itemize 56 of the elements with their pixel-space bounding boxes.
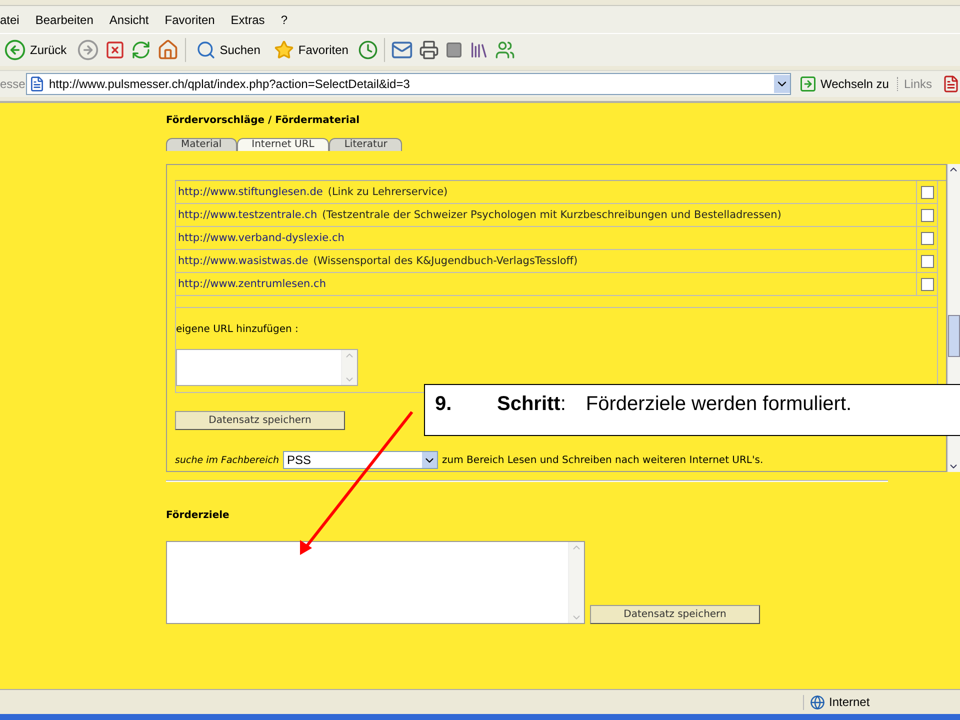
menu-item[interactable]: Bearbeiten	[27, 12, 102, 26]
scroll-thumb[interactable]	[948, 315, 960, 357]
menu-item[interactable]: Extras	[222, 12, 273, 26]
stop-icon[interactable]	[104, 40, 125, 60]
section-title: Förderziele	[166, 510, 230, 521]
search-label: suche im Fachbereich	[175, 454, 280, 466]
url-input-field[interactable]	[176, 349, 358, 386]
search-icon	[196, 40, 216, 60]
home-icon[interactable]	[156, 39, 179, 61]
tab[interactable]: Literatur	[329, 138, 402, 151]
url-link[interactable]: http://www.testzentrale.ch	[178, 209, 318, 221]
goals-input-field[interactable]	[166, 541, 585, 624]
url-text: http://www.pulsmesser.ch/qplat/index.php?action=SelectDetail&id=3	[49, 77, 410, 91]
tab[interactable]: Material	[166, 138, 237, 151]
save-button[interactable]: Datensatz speichern	[175, 411, 345, 430]
zone-indicator: Internet	[803, 694, 960, 710]
menu-item[interactable]: atei	[0, 12, 28, 26]
refresh-icon[interactable]	[130, 40, 151, 60]
search-button[interactable]: Suchen	[192, 40, 264, 60]
url-note: (Wissensportal des K&Jugendbuch-VerlagsTessloff)	[313, 255, 578, 267]
step-tooltip: 9. Schritt: Förderziele werden formuliert.	[424, 384, 960, 436]
url-link[interactable]: http://www.zentrumlesen.ch	[178, 278, 326, 290]
tab[interactable]: Internet URL	[236, 138, 330, 151]
checkbox[interactable]	[920, 208, 934, 222]
messenger-icon[interactable]	[495, 40, 516, 60]
address-field[interactable]: http://www.pulsmesser.ch/qplat/index.php?action=SelectDetail&id=3	[26, 73, 790, 95]
search-hint: zum Bereich Lesen und Schreiben nach weiteren Internet URL's.	[442, 454, 764, 466]
save-button[interactable]: Datensatz speichern	[590, 605, 760, 624]
dropdown-button[interactable]	[774, 75, 790, 93]
field-label: eigene URL hinzufügen :	[176, 324, 300, 335]
checkbox[interactable]	[920, 232, 934, 244]
checkbox[interactable]	[920, 186, 934, 198]
history-icon[interactable]	[358, 40, 378, 60]
page-icon	[29, 76, 45, 92]
globe-icon	[810, 694, 825, 710]
menu-item[interactable]: ?	[272, 12, 296, 26]
url-note: (Link zu Lehrerservice)	[328, 186, 448, 198]
url-link[interactable]: http://www.wasistwas.de	[178, 255, 308, 267]
mail-icon[interactable]	[391, 39, 414, 61]
menu-item[interactable]: Favoriten	[156, 12, 223, 26]
section-title: Fördervorschläge / Fördermaterial	[166, 115, 361, 126]
checkbox[interactable]	[920, 254, 934, 268]
back-button[interactable]: Zurück	[0, 39, 71, 61]
favorites-button[interactable]: Favoriten	[270, 40, 352, 60]
scrollbar-icon	[341, 350, 357, 385]
menu-item[interactable]: Ansicht	[101, 12, 157, 26]
category-select[interactable]: PSS	[283, 451, 438, 469]
printer-icon[interactable]	[419, 40, 440, 60]
star-icon	[274, 40, 294, 60]
url-link[interactable]: http://www.stiftunglesen.de	[178, 186, 323, 198]
go-button[interactable]: Wechseln zu	[794, 75, 893, 93]
document-icon[interactable]	[942, 75, 960, 93]
url-link[interactable]: http://www.verband-dyslexie.ch	[178, 232, 344, 244]
url-note: (Testzentrale der Schweizer Psychologen mit Kurzbeschreibungen und Bestelladressen)	[322, 209, 782, 221]
scrollbar-icon	[568, 542, 584, 623]
checkbox[interactable]	[920, 278, 934, 290]
